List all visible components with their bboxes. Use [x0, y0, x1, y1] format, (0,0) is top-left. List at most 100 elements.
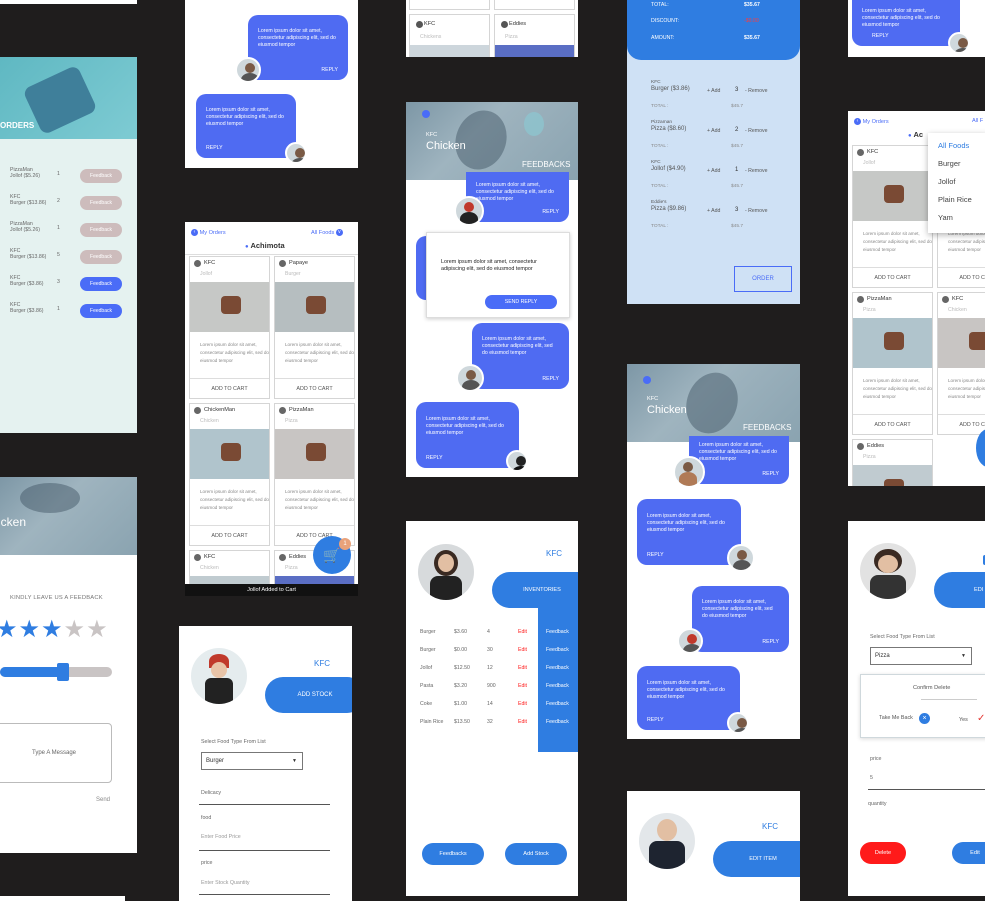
check-icon[interactable]: ✓: [977, 713, 985, 724]
star-icon[interactable]: ★: [0, 616, 19, 643]
feedback-button[interactable]: Feedback: [80, 196, 122, 210]
edit-tab[interactable]: EDI: [934, 572, 985, 608]
edit-button[interactable]: Edit: [952, 842, 985, 864]
food-card[interactable]: KFC Jollof Lorem ipsum dolor sit amet, con…: [852, 145, 933, 288]
back-icon[interactable]: [422, 110, 430, 118]
reply-link[interactable]: REPLY: [762, 639, 779, 646]
send-reply-button[interactable]: SEND REPLY: [485, 295, 557, 309]
food-filter-dropdown[interactable]: All Foods Burger Jollof Plain Rice Yam: [928, 133, 985, 233]
edit-link[interactable]: Edit: [518, 629, 527, 635]
food-card[interactable]: Papaye Burger Lorem ipsum dolor sit amet, …: [274, 256, 355, 399]
take-me-back-button[interactable]: Take Me Back: [879, 715, 913, 721]
add-button[interactable]: + Add: [707, 128, 720, 134]
add-to-cart-button[interactable]: ADD TO CART: [853, 414, 932, 434]
yes-button[interactable]: Yes: [959, 717, 968, 723]
feedback-button[interactable]: Feedback: [80, 304, 122, 318]
food-card[interactable]: PizzaMan Pizza Lorem ipsum dolor sit amet,…: [274, 403, 355, 546]
remove-button[interactable]: - Remove: [745, 88, 768, 94]
remove-button[interactable]: - Remove: [745, 128, 768, 134]
reply-link[interactable]: REPLY: [762, 471, 779, 478]
star-icon[interactable]: ★: [64, 616, 87, 643]
feedback-link[interactable]: Feedback: [546, 647, 569, 653]
food-type-select[interactable]: Pizza ▼: [870, 647, 972, 665]
feedbacks-button[interactable]: Feedbacks: [422, 843, 484, 865]
add-to-cart-button[interactable]: ADD TO CART: [190, 525, 269, 545]
remove-button[interactable]: - Remove: [745, 168, 768, 174]
screen-edge: [0, 896, 125, 901]
add-to-cart-button[interactable]: ADD TO CART: [853, 267, 932, 287]
send-button[interactable]: Send: [96, 797, 110, 803]
price-input[interactable]: 5: [870, 775, 873, 781]
dropdown-option[interactable]: All Foods: [938, 141, 969, 150]
dropdown-option[interactable]: Yam: [938, 213, 953, 222]
edit-link[interactable]: Edit: [518, 647, 527, 653]
food-card[interactable]: EddiesPizzaLorem ipsum dolor sit amet, c…: [852, 439, 933, 486]
food-type-select[interactable]: Burger ▼: [201, 752, 303, 770]
food-card[interactable]: ChickenMan Chicken Lorem ipsum dolor sit a…: [189, 403, 270, 546]
food-card[interactable]: [409, 0, 490, 10]
add-stock-tab[interactable]: ADD STOCK: [265, 677, 352, 713]
star-icon[interactable]: ★: [86, 616, 109, 643]
order-button[interactable]: ORDER: [734, 266, 792, 292]
add-button[interactable]: + Add: [707, 168, 720, 174]
feedback-link[interactable]: Feedback: [546, 683, 569, 689]
delete-button[interactable]: Delete: [860, 842, 906, 864]
delicacy-field[interactable]: Delicacy: [201, 790, 221, 796]
add-to-cart-button[interactable]: ADD TO CART: [190, 378, 269, 398]
edit-item-tab[interactable]: EDIT ITEM: [713, 841, 800, 877]
reply-link[interactable]: REPLY: [206, 145, 223, 152]
add-to-cart-button[interactable]: ADD TO CART: [938, 414, 985, 434]
my-orders-link[interactable]: ‹ My Orders: [191, 229, 226, 236]
reply-link[interactable]: REPLY: [321, 67, 338, 74]
dropdown-option[interactable]: Burger: [938, 159, 961, 168]
feedback-button[interactable]: Feedback: [80, 169, 122, 183]
feedback-button[interactable]: Feedback: [80, 223, 122, 237]
add-button[interactable]: + Add: [707, 208, 720, 214]
add-stock-button[interactable]: Add Stock: [505, 843, 567, 865]
reply-link[interactable]: REPLY: [647, 552, 664, 559]
dropdown-option[interactable]: Plain Rice: [938, 195, 972, 204]
edit-link[interactable]: Edit: [518, 701, 527, 707]
stock-quantity-input[interactable]: Enter Stock Quantity: [201, 880, 250, 886]
add-button[interactable]: + Add: [707, 88, 720, 94]
feedback-button[interactable]: Feedback: [80, 250, 122, 264]
location-selector[interactable]: ● Achimota: [245, 241, 285, 250]
reply-link[interactable]: REPLY: [542, 209, 559, 216]
add-to-cart-button[interactable]: ADD TO CART: [275, 378, 354, 398]
food-card[interactable]: [494, 0, 575, 10]
back-icon[interactable]: [643, 376, 651, 384]
edit-link[interactable]: Edit: [518, 665, 527, 671]
food-card[interactable]: KFC Jollof Lorem ipsum dolor sit amet, con…: [189, 256, 270, 399]
food-card[interactable]: KFC Chickens: [409, 14, 490, 57]
message-input[interactable]: Type A Message: [0, 723, 112, 783]
food-price-input[interactable]: Enter Food Price: [201, 834, 241, 840]
reply-link[interactable]: REPLY: [542, 376, 559, 383]
edit-link[interactable]: Edit: [518, 719, 527, 725]
feedback-button[interactable]: Feedback: [80, 277, 122, 291]
star-icon[interactable]: ★: [41, 616, 64, 643]
feedback-link[interactable]: Feedback: [546, 629, 569, 635]
edit-link[interactable]: Edit: [518, 683, 527, 689]
star-icon[interactable]: ★: [19, 616, 42, 643]
all-foods-dropdown[interactable]: All F: [972, 118, 983, 124]
remove-button[interactable]: - Remove: [745, 208, 768, 214]
feedback-link[interactable]: Feedback: [546, 719, 569, 725]
feedback-link[interactable]: Feedback: [546, 665, 569, 671]
reply-link[interactable]: REPLY: [426, 455, 443, 462]
rating-stars[interactable]: ★★★★★: [0, 615, 109, 644]
my-orders-link[interactable]: ‹ My Orders: [854, 118, 889, 125]
dropdown-option[interactable]: Jollof: [938, 177, 956, 186]
add-to-cart-button[interactable]: ADD TO CART: [938, 267, 985, 287]
food-card[interactable]: PizzaMan Pizza Lorem ipsum dolor sit amet,…: [852, 292, 933, 435]
food-card[interactable]: Eddies Pizza: [494, 14, 575, 57]
reply-link[interactable]: REPLY: [872, 33, 889, 40]
location-selector[interactable]: ● Ac: [908, 130, 923, 139]
reply-link[interactable]: REPLY: [647, 717, 664, 724]
rating-slider[interactable]: [0, 663, 112, 681]
feedback-link[interactable]: Feedback: [546, 701, 569, 707]
close-icon[interactable]: ×: [919, 713, 930, 724]
inventories-tab[interactable]: INVENTORIES: [492, 572, 578, 608]
all-foods-dropdown[interactable]: All Foods v: [311, 229, 343, 236]
food-card[interactable]: KFC Chicken Lorem ipsum dolor sit amet, co…: [937, 292, 985, 435]
slider-handle[interactable]: [57, 663, 69, 681]
